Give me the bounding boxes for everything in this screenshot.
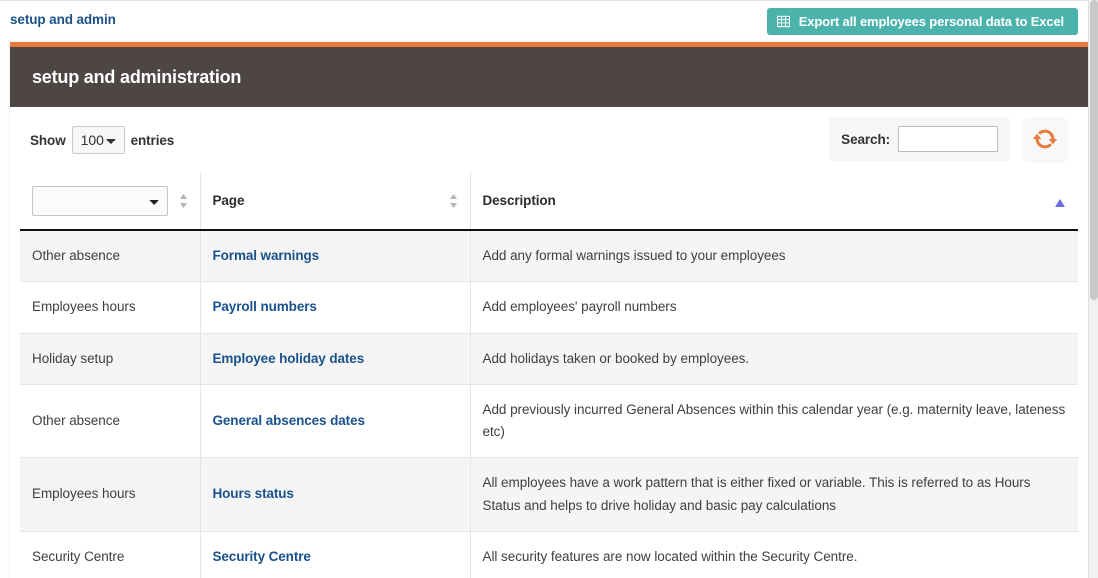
cell-category: Security Centre (20, 531, 201, 578)
column-header-page-label: Page (212, 193, 245, 208)
page-scrollbar[interactable] (1088, 0, 1098, 578)
cell-category: Employees hours (20, 281, 201, 334)
table-grid-icon (776, 15, 790, 28)
table-row[interactable]: Security Centre Security Centre All secu… (20, 531, 1078, 578)
page-root: setup and admin Export all employees per… (0, 0, 1098, 578)
cell-description: All employees have a work pattern that i… (470, 457, 1078, 532)
panel-header: setup and administration (10, 47, 1088, 107)
table-controls: Show 100 entries Search: (20, 107, 1078, 172)
cell-page: Hours status (200, 457, 471, 532)
table-row[interactable]: Other absence Formal warnings Add any fo… (20, 230, 1078, 283)
export-employees-excel-button[interactable]: Export all employees personal data to Ex… (766, 8, 1078, 35)
show-label: Show (30, 132, 66, 148)
entries-per-page-select[interactable]: 100 (71, 126, 125, 154)
cell-category: Holiday setup (20, 333, 201, 385)
cell-page: Formal warnings (200, 230, 471, 283)
page-scrollbar-thumb[interactable] (1090, 0, 1098, 300)
entries-label: entries (130, 132, 175, 148)
column-header-category[interactable] (20, 172, 201, 231)
column-header-page[interactable]: Page (200, 172, 471, 231)
cell-category: Other absence (20, 384, 201, 459)
refresh-button[interactable] (1022, 117, 1068, 163)
cell-category: Employees hours (20, 457, 201, 532)
page-link[interactable]: Security Centre (213, 549, 311, 564)
sort-arrows-icon (179, 193, 188, 209)
category-filter-select[interactable] (32, 185, 168, 216)
table-row[interactable]: Holiday setup Employee holiday dates Add… (20, 333, 1078, 385)
cell-page: General absences dates (200, 384, 471, 459)
cell-description: Add employees' payroll numbers (470, 281, 1078, 334)
panel-body: Show 100 entries Search: Page Descriptio… (10, 107, 1088, 578)
cell-category: Other absence (20, 230, 201, 283)
page-link[interactable]: General absences dates (213, 413, 365, 428)
column-header-description[interactable]: Description (470, 172, 1078, 231)
cell-description: Add any formal warnings issued to your e… (470, 230, 1078, 283)
table-row[interactable]: Employees hours Payroll numbers Add empl… (20, 281, 1078, 334)
search-container: Search: (829, 117, 1010, 161)
cell-page: Employee holiday dates (200, 333, 471, 385)
breadcrumb-setup-and-admin[interactable]: setup and admin (10, 12, 116, 27)
setup-admin-panel: setup and administration Show 100 entrie… (10, 42, 1088, 578)
table-scroll-area: Page Description Other absence Formal wa… (20, 172, 1078, 578)
page-link[interactable]: Payroll numbers (213, 299, 317, 314)
table-row[interactable]: Employees hours Hours status All employe… (20, 457, 1078, 532)
setup-admin-table: Page Description Other absence Formal wa… (20, 172, 1078, 578)
cell-page: Payroll numbers (200, 281, 471, 334)
cell-page: Security Centre (200, 531, 471, 578)
page-link[interactable]: Hours status (213, 486, 294, 501)
top-bar: setup and admin Export all employees per… (0, 0, 1088, 40)
cell-description: Add previously incurred General Absences… (470, 384, 1078, 459)
search-input[interactable] (898, 126, 998, 152)
page-link[interactable]: Formal warnings (213, 248, 320, 263)
entries-length-control: Show 100 entries (30, 126, 174, 154)
table-head: Page Description (20, 172, 1078, 231)
page-link[interactable]: Employee holiday dates (213, 351, 365, 366)
export-button-label: Export all employees personal data to Ex… (798, 14, 1064, 29)
search-label: Search: (841, 131, 890, 147)
table-header-row: Page Description (20, 172, 1078, 231)
table-row[interactable]: Other absence General absences dates Add… (20, 384, 1078, 459)
refresh-icon (1032, 126, 1058, 155)
table-body: Other absence Formal warnings Add any fo… (20, 230, 1078, 578)
cell-description: All security features are now located wi… (470, 531, 1078, 578)
sort-arrows-icon (449, 193, 458, 209)
cell-description: Add holidays taken or booked by employee… (470, 333, 1078, 385)
page-title: setup and administration (32, 66, 242, 87)
column-header-description-label: Description (482, 193, 556, 208)
sort-ascending-icon (1054, 196, 1066, 207)
